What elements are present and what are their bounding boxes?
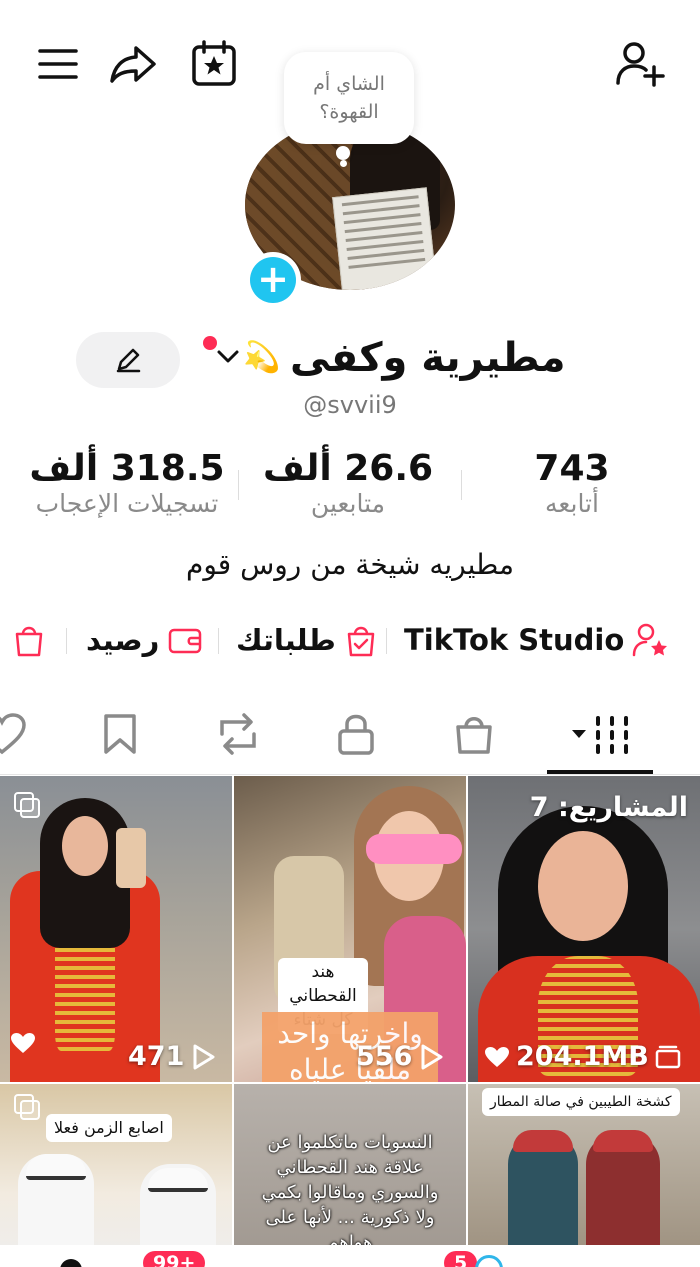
chevron-down-icon[interactable] [216, 346, 240, 371]
view-count: 471 [128, 1041, 216, 1072]
stat-following[interactable]: 743 أتابعه [452, 448, 692, 518]
profile-badge: 5 [444, 1251, 478, 1267]
bio: مطيريه شيخة من روس قوم [186, 548, 514, 581]
profile-tabs [0, 704, 700, 774]
balance-label: رصيد [86, 623, 160, 657]
shopping-bag-icon [456, 717, 492, 754]
link-divider [386, 628, 387, 654]
video-caption: اصابع الزمن فعلا [46, 1114, 172, 1142]
tiktok-studio-label: TikTok Studio [404, 623, 625, 657]
pencil-icon [116, 348, 141, 373]
view-count-value: 556 [356, 1041, 413, 1072]
repost-icon [220, 713, 256, 755]
bookmark-icon [104, 714, 136, 754]
following-label: أتابعه [545, 489, 599, 518]
tab-liked[interactable] [0, 704, 32, 764]
note-bubble-tail-small [340, 160, 347, 167]
wallet-icon [169, 628, 202, 654]
projects-label: المشاريع: 7 [529, 792, 688, 823]
note-bubble-tail [336, 146, 350, 160]
play-icon [421, 1044, 443, 1069]
grid-item[interactable]: اصابع الزمن فعلا [0, 1084, 232, 1267]
videos-grid-icon [572, 716, 628, 754]
profile-icon[interactable] [475, 1255, 503, 1267]
followers-count: 26.6 ألف [262, 448, 434, 489]
orders-label: طلباتك [236, 623, 336, 657]
grid-item-projects[interactable]: المشاريع: 7 204.1MB [468, 776, 700, 1082]
link-divider [218, 628, 219, 654]
heart-icon [0, 713, 26, 755]
orders-link[interactable]: طلباتك [236, 616, 378, 664]
notification-dot [203, 336, 217, 350]
note-bubble[interactable]: الشاي أم القهوة؟ [284, 52, 414, 144]
inbox-badge: 99+ [143, 1251, 206, 1267]
note-text: الشاي أم القهوة؟ [313, 73, 385, 123]
following-count: 743 [534, 448, 610, 489]
link-divider [66, 628, 67, 654]
likes-label: تسجيلات الإعجاب [35, 489, 219, 518]
lock-icon [338, 714, 374, 755]
view-count: 556 [356, 1041, 444, 1072]
bottom-nav: 99+ 5 [0, 1245, 700, 1267]
shopping-bag-icon [15, 626, 43, 657]
bag-check-icon [347, 626, 375, 657]
edit-profile-button[interactable] [76, 332, 180, 388]
share-icon[interactable] [105, 36, 161, 92]
home-icon[interactable] [60, 1259, 82, 1267]
tabs-divider [0, 774, 700, 775]
plus-icon: + [250, 257, 296, 303]
tab-shop[interactable] [444, 704, 504, 764]
tab-reposts[interactable] [208, 704, 268, 764]
heart-icon [485, 1046, 509, 1067]
heart-icon [11, 1033, 35, 1053]
user-star-icon [633, 623, 668, 657]
grid-item[interactable]: النسويات ماتكلموا عن علاقة هند القحطاني … [234, 1084, 466, 1267]
stat-followers[interactable]: 26.6 ألف متابعين [228, 448, 468, 518]
likes-count: 318.5 ألف [29, 448, 225, 489]
draft-size-value: 204.1MB [516, 1041, 649, 1072]
tab-videos[interactable] [570, 704, 634, 764]
multi-image-icon [14, 792, 42, 818]
quick-links: TikTok Studio طلباتك رصيد [0, 616, 700, 664]
name-emoji: 💫 [243, 340, 281, 375]
video-grid: 471 هند القحطاني كل شتاء واخرتها واحد مل… [0, 776, 700, 1267]
play-icon [193, 1044, 215, 1069]
menu-icon[interactable] [30, 36, 86, 92]
grid-item[interactable]: كشخة الطيبين في صالة المطار [468, 1084, 700, 1267]
tab-private[interactable] [326, 704, 386, 764]
grid-item[interactable]: هند القحطاني كل شتاء واخرتها واحد ملقيا … [234, 776, 466, 1082]
tab-favorites[interactable] [90, 704, 150, 764]
draft-size: 204.1MB [484, 1041, 681, 1072]
video-caption: كشخة الطيبين في صالة المطار [482, 1088, 680, 1116]
video-caption: النسويات ماتكلموا عن علاقة هند القحطاني … [261, 1132, 439, 1253]
username: @svvii9 [303, 391, 397, 419]
followers-label: متابعين [310, 489, 386, 518]
balance-link[interactable]: رصيد [86, 616, 203, 664]
archive-icon [655, 1045, 681, 1068]
multi-image-icon [14, 1094, 42, 1120]
stat-likes[interactable]: 318.5 ألف تسجيلات الإعجاب [7, 448, 247, 518]
view-count-value: 471 [128, 1041, 185, 1072]
calendar-star-icon[interactable] [186, 36, 242, 92]
add-story-button[interactable]: + [245, 252, 301, 308]
profile-avatar[interactable]: + [245, 120, 455, 308]
tiktok-studio-link[interactable]: TikTok Studio [404, 616, 670, 664]
add-friend-icon[interactable] [612, 36, 668, 92]
display-name: مطيرية وكفى [290, 335, 566, 381]
grid-item[interactable]: 471 [0, 776, 232, 1082]
